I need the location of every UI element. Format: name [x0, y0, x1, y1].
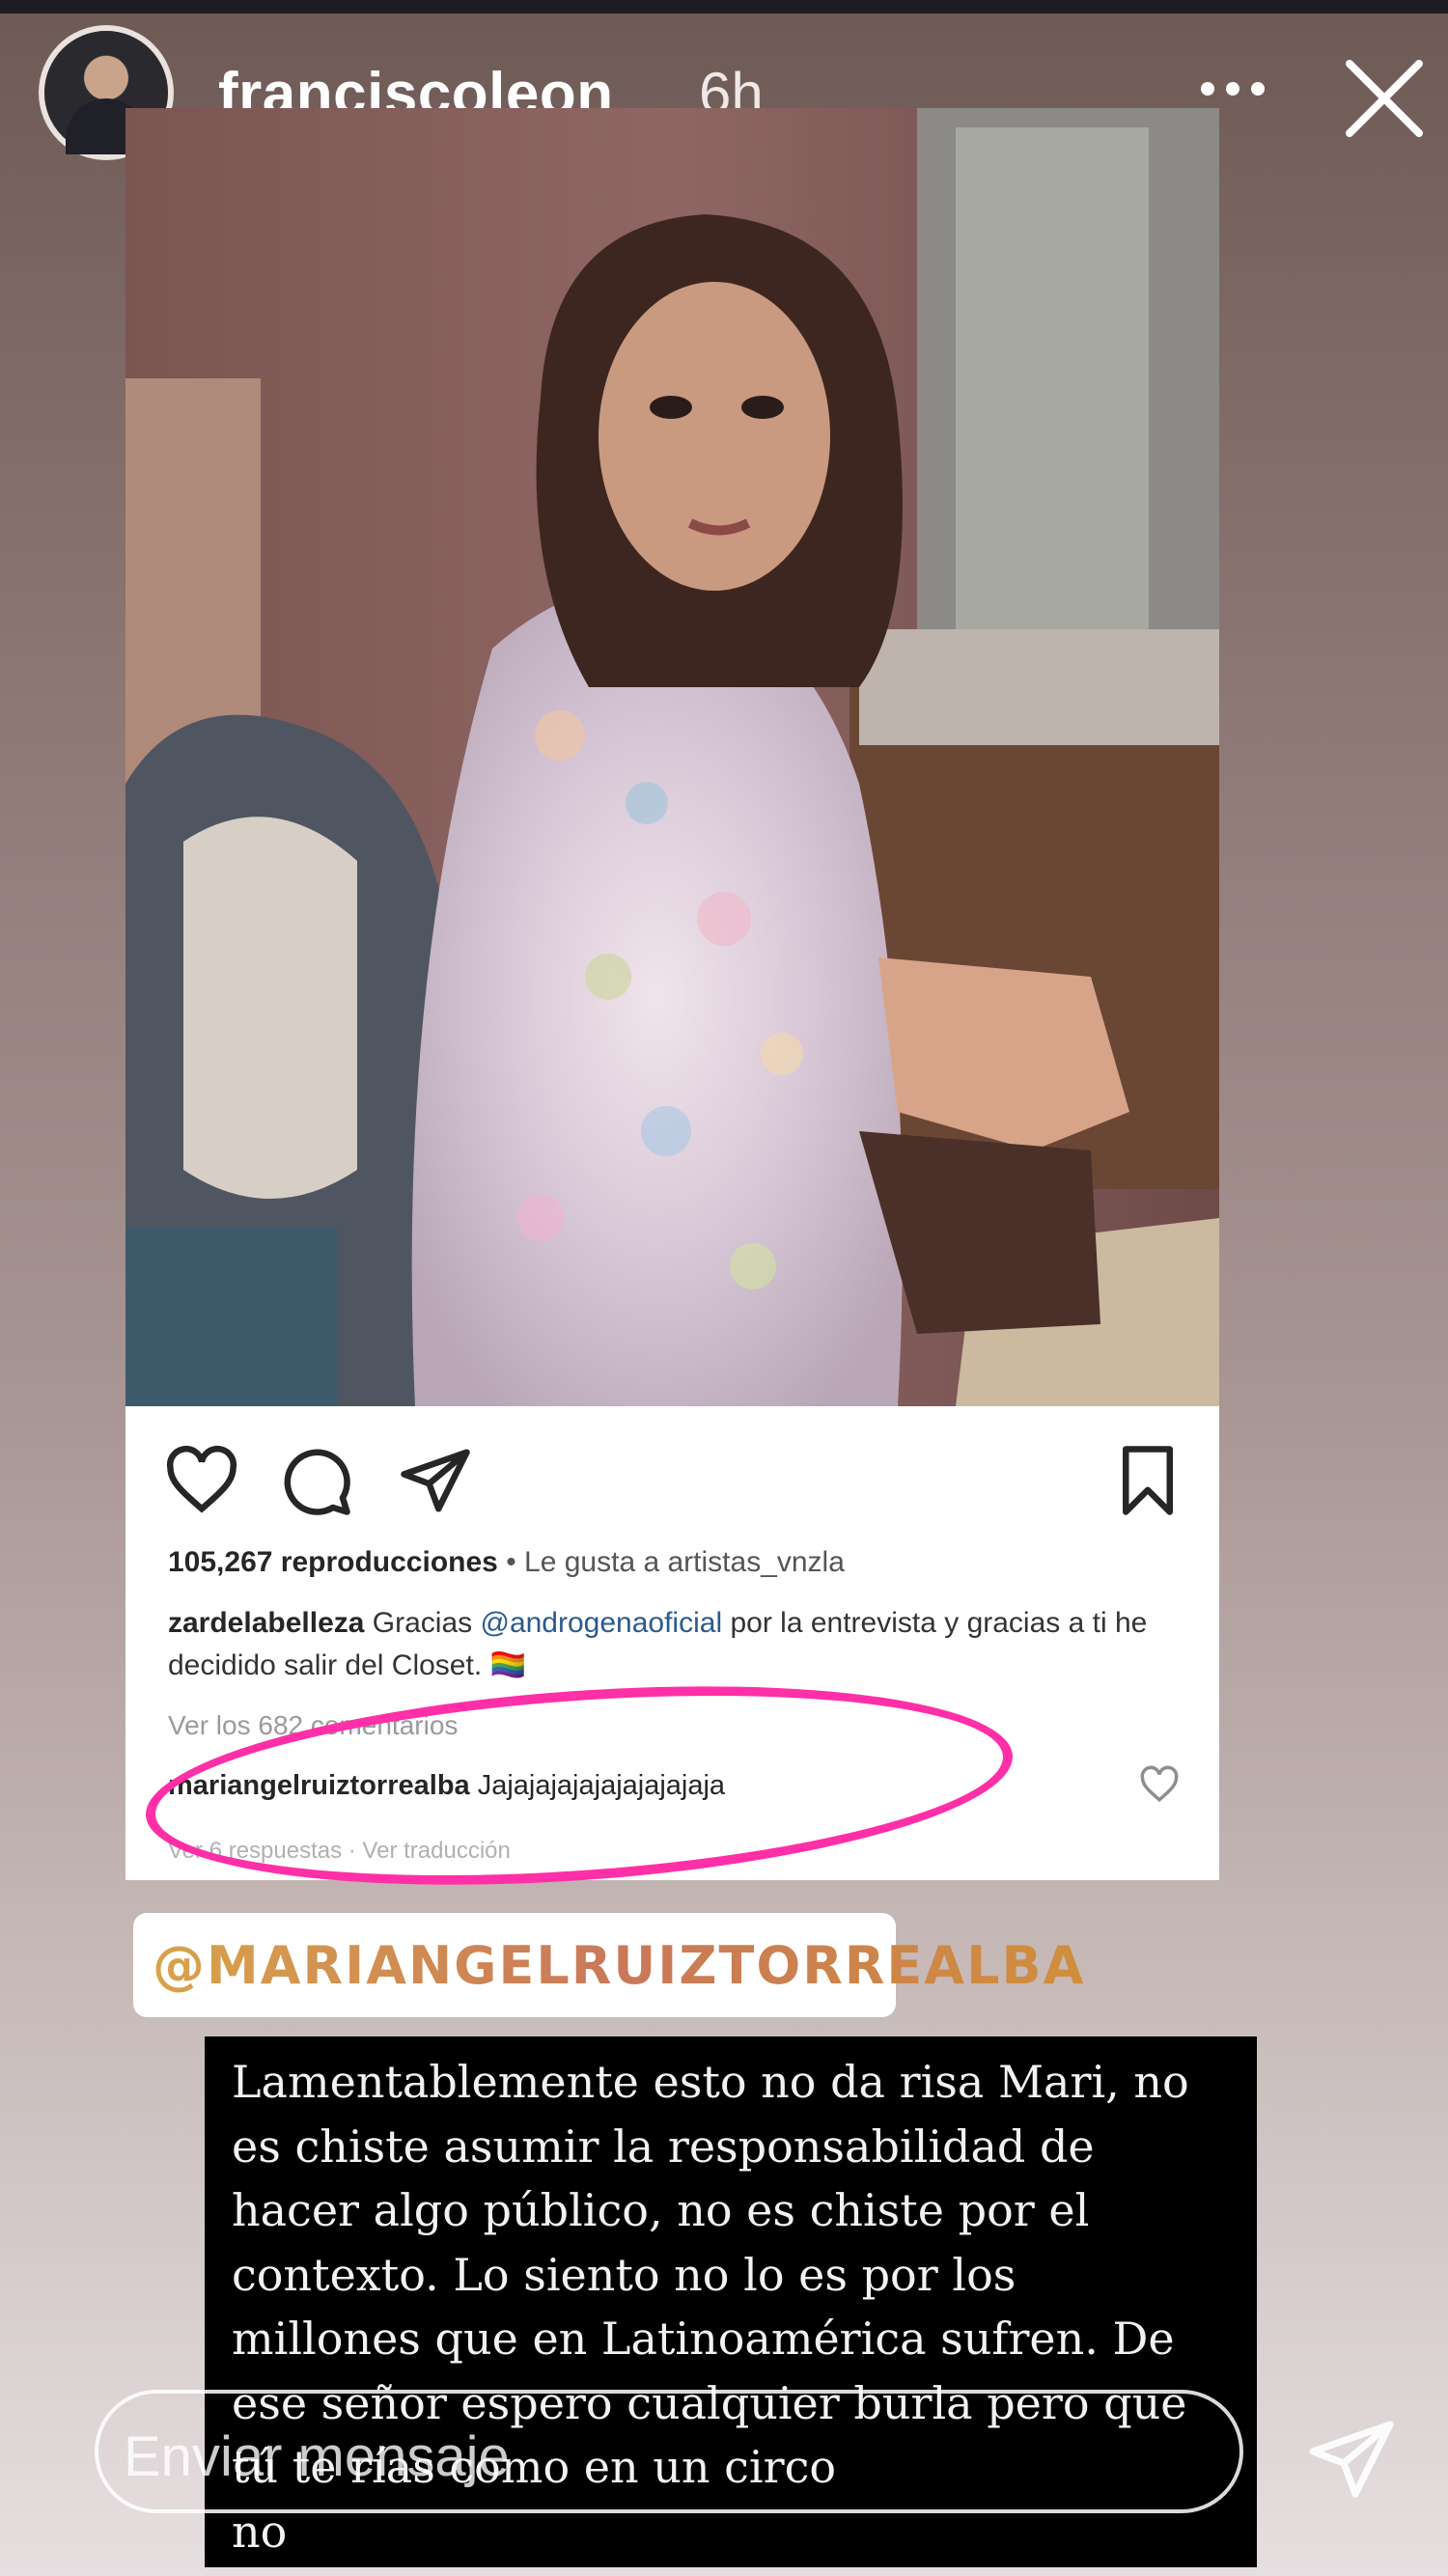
bookmark-icon[interactable]	[1110, 1443, 1185, 1518]
views-line: 105,267 reproducciones • Le gusta a arti…	[168, 1546, 845, 1579]
post-actions	[125, 1406, 1219, 1532]
close-icon[interactable]	[1336, 50, 1433, 147]
text-line: contexto. Lo siento no lo es por los	[232, 2248, 1016, 2301]
post-photo	[125, 108, 1219, 1406]
mention-sticker-text: @MARIANGELRUIZTORREALBA	[153, 1934, 1086, 1996]
send-icon[interactable]	[1305, 2413, 1398, 2506]
caption-username[interactable]: zardelabelleza	[168, 1607, 364, 1639]
like-heart-icon[interactable]	[164, 1443, 239, 1518]
view-count: 105,267 reproducciones	[168, 1546, 498, 1578]
mention-sticker[interactable]: @MARIANGELRUIZTORREALBA	[133, 1913, 1083, 2017]
status-strip	[0, 0, 1448, 14]
text-line: millones que en Latinoamérica sufren. De	[232, 2313, 1175, 2365]
comment-like-heart-icon[interactable]	[1139, 1764, 1180, 1805]
separator-dot: •	[506, 1546, 516, 1578]
share-send-icon[interactable]	[398, 1443, 473, 1518]
rainbow-flag-icon: 🏳️‍🌈	[489, 1649, 526, 1681]
comment-bubble-icon[interactable]	[278, 1443, 353, 1518]
text-line: hacer algo público, no es chiste por el	[232, 2184, 1090, 2236]
caption-text: Gracias	[372, 1607, 473, 1639]
more-options-icon[interactable]	[1189, 69, 1276, 108]
caption-mention[interactable]: @androgenaoficial	[480, 1607, 722, 1639]
text-line: es chiste asumir la responsabilidad de	[232, 2119, 1095, 2173]
reply-placeholder: Enviar mensaje	[124, 2425, 510, 2488]
text-line: Lamentablemente esto no da risa Mari, no	[232, 2056, 1189, 2108]
shared-post[interactable]: 105,267 reproducciones • Le gusta a arti…	[125, 108, 1219, 1880]
post-caption: zardelabelleza Gracias @androgenaoficial…	[168, 1602, 1191, 1687]
liked-by[interactable]: Le gusta a artistas_vnzla	[524, 1546, 845, 1578]
